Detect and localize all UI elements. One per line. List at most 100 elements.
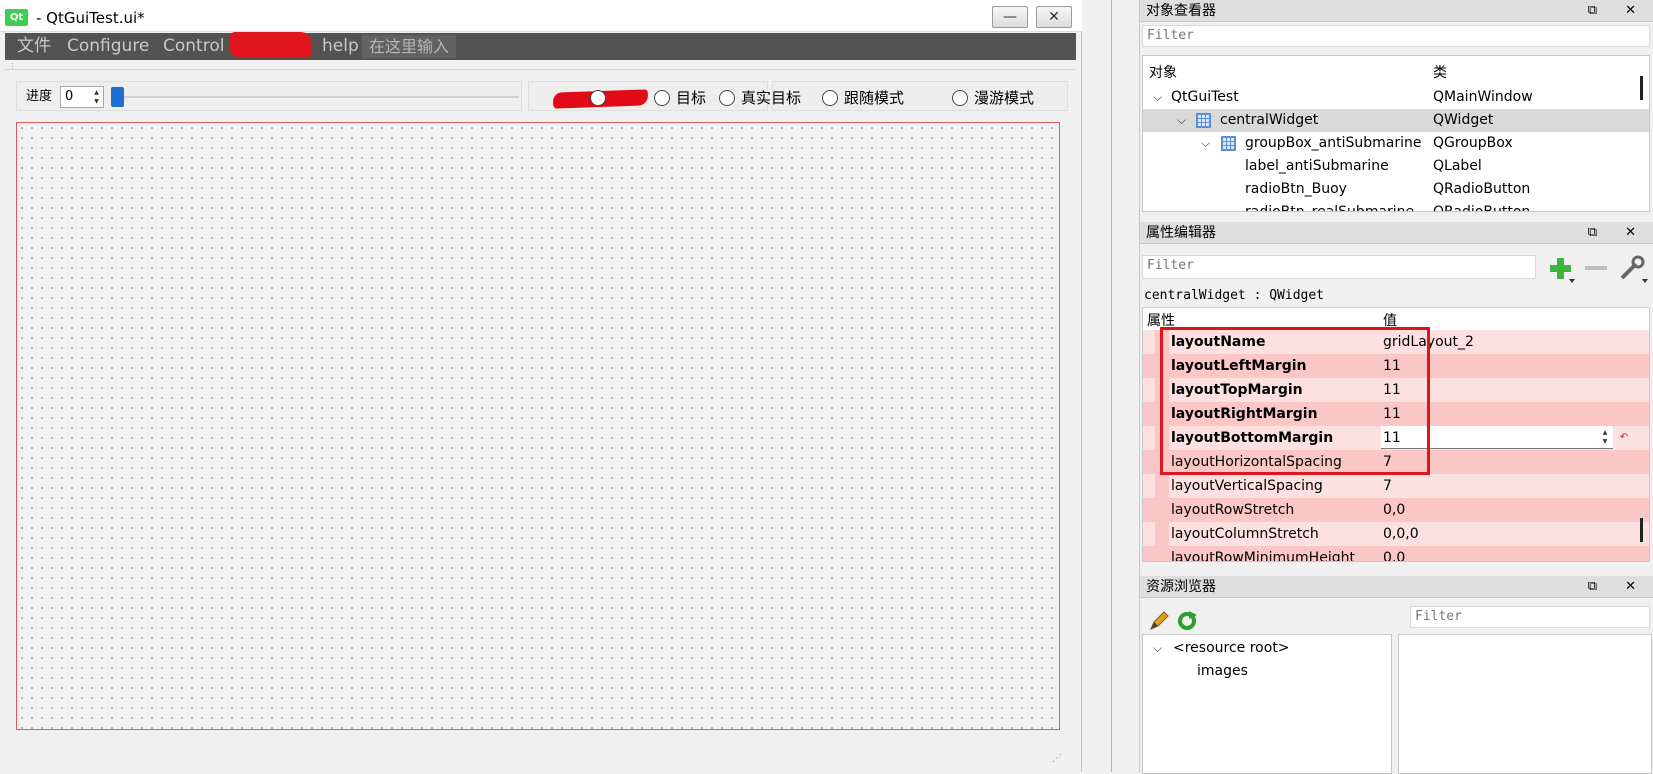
resource-contents[interactable] (1398, 634, 1652, 774)
property-value[interactable]: 0,0 (1383, 498, 1405, 522)
central-widget-canvas[interactable] (16, 122, 1060, 730)
close-button[interactable]: ✕ (1036, 6, 1072, 28)
menu-file[interactable]: 文件 (13, 35, 55, 58)
menu-help[interactable]: help (318, 35, 363, 58)
object-name: radioBtn_realSubmarine (1245, 204, 1415, 212)
menu-control[interactable]: Control (159, 35, 228, 58)
menu-configure[interactable]: Configure (63, 35, 153, 58)
resource-browser-title-text: 资源浏览器 (1146, 579, 1216, 595)
object-name: centralWidget (1220, 112, 1319, 128)
progress-spinbox[interactable]: 0 ▲ ▼ (60, 86, 104, 108)
property-editor-title-text: 属性编辑器 (1146, 225, 1216, 241)
reset-property-icon[interactable]: ↶ (1617, 430, 1631, 445)
object-class: QWidget (1433, 112, 1494, 128)
radio-circle-icon (952, 90, 968, 106)
object-class: QGroupBox (1433, 135, 1513, 151)
property-row[interactable]: layoutRowStretch 0,0 (1143, 498, 1649, 522)
spin-arrows-icon[interactable]: ▲ ▼ (91, 88, 102, 106)
menu-redacted[interactable] (229, 32, 311, 58)
title-bar: Qt - QtGuiTest.ui* — ✕ (0, 0, 1082, 32)
property-row[interactable]: layoutVerticalSpacing 7 (1143, 474, 1649, 498)
object-inspector-title-text: 对象查看器 (1146, 3, 1216, 19)
dock-buttons-icon[interactable]: ⧉ ✕ (1588, 576, 1648, 598)
size-grip-icon[interactable]: ⋰ (1052, 753, 1062, 764)
radio-label: 真实目标 (741, 89, 802, 107)
form-window: Qt - QtGuiTest.ui* — ✕ 文件 Configure Cont… (0, 0, 1082, 772)
slider-handle[interactable] (111, 87, 124, 107)
property-name: layoutColumnStretch (1171, 526, 1319, 542)
property-value[interactable]: 0,0 (1383, 546, 1405, 561)
property-name: layoutVerticalSpacing (1171, 478, 1323, 494)
radio-follow-mode[interactable]: 跟随模式 (822, 88, 904, 108)
annotation-highlight-box (1160, 327, 1430, 475)
resource-tree-row[interactable]: images (1143, 660, 1391, 683)
property-value[interactable]: 7 (1383, 474, 1392, 498)
radio-roam-mode[interactable]: 漫游模式 (952, 88, 1034, 108)
radio-circle-icon (719, 90, 735, 106)
resource-filter-input[interactable]: Filter (1410, 606, 1650, 628)
property-name: layoutRowStretch (1171, 502, 1295, 518)
object-filter-input[interactable]: Filter (1142, 25, 1650, 47)
expand-arrow-icon[interactable]: ⌵ (1153, 637, 1162, 660)
property-row[interactable]: layoutColumnStretch 0,0,0 (1143, 522, 1649, 546)
tree-row[interactable]: radioBtn_realSubmarine QRadioButton (1143, 201, 1649, 212)
grid-layout-icon (1221, 136, 1236, 151)
main-toolbar: 进度 0 ▲ ▼ 目标 真实目标 跟随模式 漫游模式 (16, 78, 1068, 112)
resource-images-label: images (1197, 663, 1248, 679)
splitter[interactable] (1082, 0, 1112, 772)
radio-redacted[interactable] (590, 88, 612, 108)
progress-slider[interactable] (111, 86, 531, 108)
qt-logo-icon: Qt (5, 9, 28, 26)
menu-type-here[interactable]: 在这里输入 (362, 35, 457, 58)
minimize-button[interactable]: — (992, 6, 1028, 28)
expand-arrow-icon[interactable]: ⌵ (1201, 132, 1210, 155)
edit-resources-pencil-icon[interactable] (1148, 610, 1170, 632)
tree-row[interactable]: ⌵ QtGuiTest QMainWindow (1143, 86, 1649, 109)
tree-row[interactable]: ⌵ groupBox_antiSubmarine QGroupBox (1143, 132, 1649, 155)
toolbar-area: ⋮ (5, 62, 1076, 70)
property-value[interactable]: 0,0,0 (1383, 522, 1419, 546)
slider-track (115, 96, 519, 98)
tree-row-selected[interactable]: ⌵ centralWidget QWidget (1143, 109, 1649, 132)
radio-real-target[interactable]: 真实目标 (719, 88, 801, 108)
progress-label: 进度 (26, 89, 53, 104)
expand-arrow-icon[interactable]: ⌵ (1153, 86, 1162, 109)
dock-buttons-icon[interactable]: ⧉ ✕ (1588, 222, 1648, 244)
tree-row[interactable]: radioBtn_Buoy QRadioButton (1143, 178, 1649, 201)
radio-target[interactable]: 目标 (654, 88, 706, 108)
configure-wrench-icon[interactable] (1618, 254, 1648, 284)
radio-label: 漫游模式 (974, 89, 1035, 107)
add-property-icon[interactable] (1547, 256, 1575, 284)
progress-value: 0 (65, 89, 74, 104)
remove-property-icon[interactable] (1585, 266, 1607, 270)
toolbar-handle-icon[interactable]: ⋮ (9, 62, 16, 70)
col-class-header[interactable]: 类 (1433, 62, 1447, 82)
resource-tree-row[interactable]: ⌵ <resource root> (1143, 637, 1391, 660)
property-row[interactable]: layoutRowMinimumHeight 0,0 (1143, 546, 1649, 561)
property-editor-title: 属性编辑器 ⧉ ✕ (1140, 222, 1653, 244)
col-object-header[interactable]: 对象 (1149, 62, 1177, 82)
resource-browser-title: 资源浏览器 ⧉ ✕ (1140, 576, 1653, 598)
property-filter-input[interactable]: Filter (1142, 255, 1536, 279)
object-name: QtGuiTest (1171, 89, 1239, 105)
object-name: groupBox_antiSubmarine (1245, 135, 1422, 151)
resource-tree[interactable]: ⌵ <resource root> images (1142, 634, 1392, 774)
expand-arrow-icon[interactable]: ⌵ (1177, 109, 1186, 132)
radio-circle-icon (822, 90, 838, 106)
radio-label: 目标 (676, 89, 707, 107)
menubar: 文件 Configure Control help 在这里输入 (5, 32, 1076, 60)
object-tree[interactable]: 对象 类 ⌵ QtGuiTest QMainWindow ⌵ centralWi… (1142, 55, 1650, 212)
object-class: QLabel (1433, 158, 1482, 174)
radio-circle-icon (654, 90, 670, 106)
window-title: - QtGuiTest.ui* (36, 9, 145, 27)
radio-label: 跟随模式 (844, 89, 905, 107)
radio-circle-icon (590, 90, 606, 106)
property-table-scrollbar[interactable] (1640, 518, 1643, 542)
spin-arrows-icon[interactable]: ▲ ▼ (1599, 428, 1611, 447)
object-name: radioBtn_Buoy (1245, 181, 1347, 197)
object-tree-scrollbar[interactable] (1640, 76, 1643, 100)
tree-row[interactable]: label_antiSubmarine QLabel (1143, 155, 1649, 178)
reload-resources-icon[interactable] (1176, 610, 1198, 632)
grid-layout-icon (1196, 113, 1211, 128)
dock-buttons-icon[interactable]: ⧉ ✕ (1588, 0, 1648, 22)
